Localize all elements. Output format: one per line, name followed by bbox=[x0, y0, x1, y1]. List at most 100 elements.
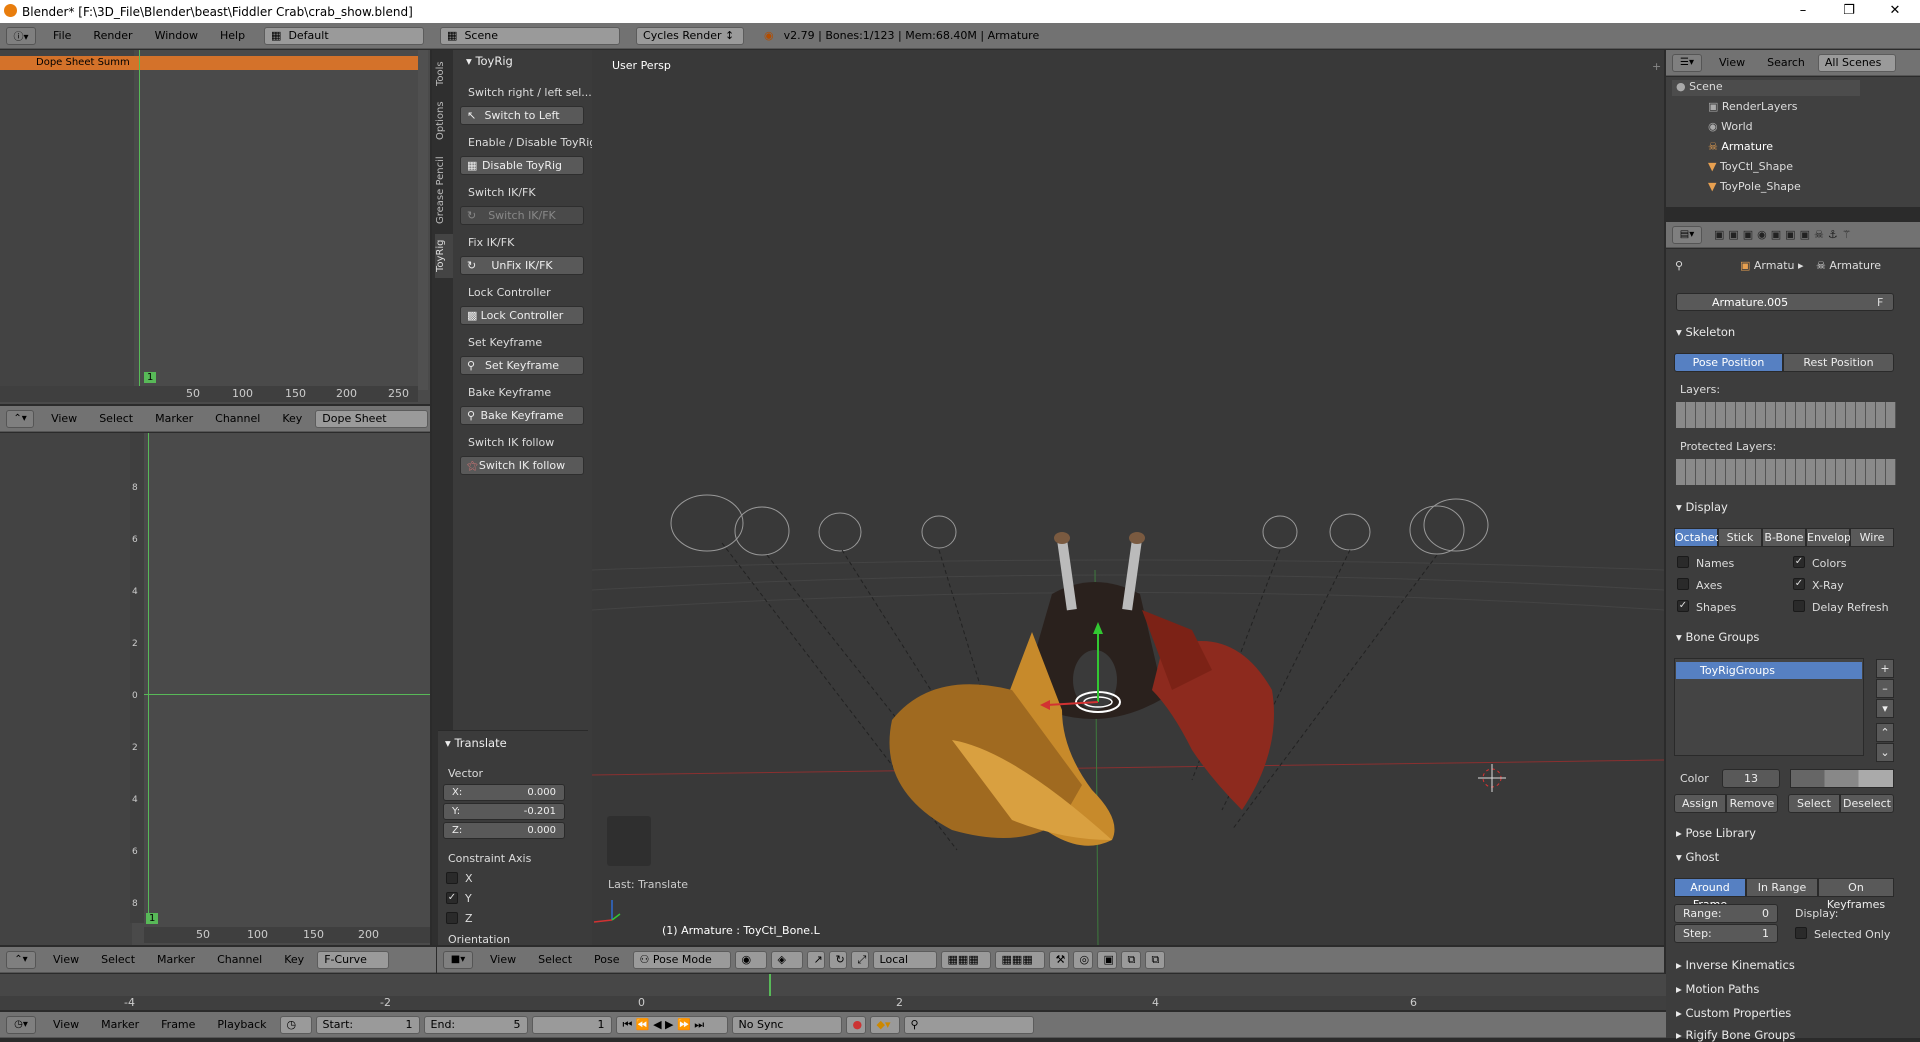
layout-selector[interactable]: ▦ Default bbox=[264, 26, 425, 45]
menu-marker[interactable]: Marker bbox=[90, 1018, 150, 1031]
layers-grid-2[interactable]: ▦▦▦ bbox=[994, 950, 1045, 969]
display-panel-header[interactable]: ▾ Display bbox=[1676, 500, 1728, 514]
viewport-corner-add-icon[interactable]: + bbox=[1652, 60, 1661, 73]
ghost-in-range[interactable]: In Range bbox=[1746, 878, 1818, 897]
menu-frame[interactable]: Frame bbox=[150, 1018, 206, 1031]
playback-controls[interactable]: ⏮ ⏪ ◀ ▶ ⏩ ⏭ bbox=[615, 1015, 728, 1034]
switch-ikfk-button[interactable]: ↻ Switch IK/FK bbox=[460, 206, 584, 225]
properties-tab-icons[interactable]: ▣▣▣◉▣▣▣☠⚓⚚ bbox=[1714, 228, 1856, 241]
shapes-checkbox[interactable]: ✓ bbox=[1677, 600, 1689, 612]
names-checkbox[interactable] bbox=[1677, 556, 1689, 568]
menu-channel[interactable]: Channel bbox=[206, 953, 273, 966]
unfix-ikfk-button[interactable]: ↻ UnFix IK/FK bbox=[460, 256, 584, 275]
color-set-field[interactable]: 13 bbox=[1722, 769, 1780, 788]
menu-view[interactable]: View bbox=[42, 953, 90, 966]
snap-button[interactable]: ⚒ bbox=[1048, 950, 1069, 969]
switch-ik-follow-button[interactable]: ⚝ Switch IK follow bbox=[460, 456, 584, 475]
menu-pose[interactable]: Pose bbox=[583, 953, 630, 966]
mode-selector[interactable]: ⚇ Pose Mode bbox=[632, 950, 731, 969]
menu-select[interactable]: Select bbox=[88, 412, 144, 425]
dopesheet-area[interactable]: Dope Sheet Summ 1 50 100 150 200 250 bbox=[0, 50, 430, 404]
motion-paths-panel-header[interactable]: ▸ Motion Paths bbox=[1676, 982, 1759, 996]
menu-window[interactable]: Window bbox=[144, 29, 209, 42]
bake-keyframe-button[interactable]: ⚲ Bake Keyframe bbox=[460, 406, 584, 425]
menu-marker[interactable]: Marker bbox=[146, 953, 206, 966]
timeline-area[interactable]: -4 -2 0 2 4 6 bbox=[0, 974, 1666, 1010]
menu-select[interactable]: Select bbox=[527, 953, 583, 966]
selected-only-checkbox[interactable] bbox=[1795, 927, 1807, 939]
menu-view[interactable]: View bbox=[479, 953, 527, 966]
proportional-edit[interactable]: ◎ bbox=[1072, 950, 1093, 969]
menu-key[interactable]: Key bbox=[273, 953, 315, 966]
minimize-button[interactable]: – bbox=[1780, 0, 1826, 23]
tab-grease-pencil[interactable]: Grease Pencil bbox=[435, 152, 453, 228]
add-bone-group-button[interactable]: + bbox=[1876, 659, 1894, 678]
ghost-range-field[interactable]: Range: 0 bbox=[1674, 904, 1778, 923]
outliner-row-renderlayers[interactable]: ▣ RenderLayers bbox=[1708, 100, 1797, 113]
menu-help[interactable]: Help bbox=[209, 29, 256, 42]
menu-view[interactable]: View bbox=[40, 412, 88, 425]
set-keyframe-button[interactable]: ⚲ Set Keyframe bbox=[460, 356, 584, 375]
close-button[interactable]: ✕ bbox=[1872, 0, 1918, 23]
viewport-3d[interactable]: User Persp Last: Translate (1) Armature … bbox=[592, 50, 1664, 945]
orientation-selector[interactable]: Local bbox=[872, 950, 937, 969]
menu-view[interactable]: View bbox=[42, 1018, 90, 1031]
rigify-panel-header[interactable]: ▸ Rigify Bone Groups bbox=[1676, 1028, 1795, 1042]
deselect-button[interactable]: Deselect bbox=[1840, 794, 1894, 813]
custom-properties-panel-header[interactable]: ▸ Custom Properties bbox=[1676, 1006, 1791, 1020]
protected-layers-grid[interactable] bbox=[1676, 459, 1896, 485]
menu-playback[interactable]: Playback bbox=[206, 1018, 277, 1031]
pivot-selector[interactable]: ◈ bbox=[770, 950, 803, 969]
keying-set-field[interactable]: ⚲ bbox=[903, 1015, 1034, 1034]
display-wire[interactable]: Wire bbox=[1850, 528, 1894, 547]
maximize-button[interactable]: ❐ bbox=[1826, 0, 1872, 23]
constraint-y-checkbox[interactable]: ✓ bbox=[446, 892, 458, 904]
lock-controller-button[interactable]: ▩ Lock Controller bbox=[460, 306, 584, 325]
manipulator-translate[interactable]: ↗ bbox=[806, 950, 825, 969]
disable-toyrig-button[interactable]: ▦ Disable ToyRig bbox=[460, 156, 584, 175]
end-frame-field[interactable]: End: 5 bbox=[423, 1015, 528, 1034]
menu-key[interactable]: Key bbox=[271, 412, 313, 425]
display-stick[interactable]: Stick bbox=[1718, 528, 1762, 547]
bone-groups-panel-header[interactable]: ▾ Bone Groups bbox=[1676, 630, 1759, 644]
switch-to-left-button[interactable]: ↖ Switch to Left bbox=[460, 106, 584, 125]
layers-grid[interactable]: ▦▦▦ bbox=[940, 950, 991, 969]
outliner-row-toypole-shape[interactable]: ▼ ToyPole_Shape bbox=[1708, 180, 1801, 193]
remove-button[interactable]: Remove bbox=[1726, 794, 1778, 813]
menu-render[interactable]: Render bbox=[82, 29, 143, 42]
sync-selector[interactable]: No Sync bbox=[731, 1015, 842, 1034]
tab-tools[interactable]: Tools bbox=[435, 58, 453, 90]
menu-view[interactable]: View bbox=[1708, 56, 1756, 69]
manipulator-rotate[interactable]: ↻ bbox=[828, 950, 847, 969]
editor-type-timeline-button[interactable]: ◷▾ bbox=[6, 1015, 36, 1034]
layers-grid[interactable] bbox=[1676, 402, 1896, 428]
skeleton-panel-header[interactable]: ▾ Skeleton bbox=[1676, 325, 1735, 339]
editor-type-graph-button[interactable]: ⌃▾ bbox=[6, 950, 36, 969]
outliner-row-toyctl-shape[interactable]: ▼ ToyCtl_Shape bbox=[1708, 160, 1793, 173]
toyrig-panel-title[interactable]: ▾ ToyRig bbox=[466, 54, 513, 68]
keying-set-button[interactable]: ◆▾ bbox=[869, 1015, 900, 1034]
outliner-row-scene[interactable]: ● Scene bbox=[1676, 80, 1723, 93]
display-bbone[interactable]: B-Bone bbox=[1762, 528, 1806, 547]
paste-pose-button[interactable]: ⧉ bbox=[1144, 950, 1165, 969]
move-up-button[interactable]: ⌃ bbox=[1876, 723, 1894, 742]
menu-select[interactable]: Select bbox=[90, 953, 146, 966]
select-button[interactable]: Select bbox=[1788, 794, 1840, 813]
ik-panel-header[interactable]: ▸ Inverse Kinematics bbox=[1676, 958, 1795, 972]
constraint-z-checkbox[interactable] bbox=[446, 912, 458, 924]
bone-group-specials-button[interactable]: ▾ bbox=[1876, 699, 1894, 718]
assign-button[interactable]: Assign bbox=[1674, 794, 1726, 813]
ghost-panel-header[interactable]: ▾ Ghost bbox=[1676, 850, 1719, 864]
delay-refresh-checkbox[interactable] bbox=[1793, 600, 1805, 612]
display-envelope[interactable]: Envelop bbox=[1806, 528, 1851, 547]
pose-position-button[interactable]: Pose Position bbox=[1674, 353, 1783, 372]
pose-library-panel-header[interactable]: ▸ Pose Library bbox=[1676, 826, 1756, 840]
start-frame-field[interactable]: Start: 1 bbox=[315, 1015, 420, 1034]
editor-type-outliner-button[interactable]: ☰▾ bbox=[1672, 53, 1702, 72]
constraint-x-checkbox[interactable] bbox=[446, 872, 458, 884]
dopesheet-mode-selector[interactable]: Dope Sheet bbox=[315, 409, 428, 428]
menu-search[interactable]: Search bbox=[1756, 56, 1816, 69]
move-down-button[interactable]: ⌄ bbox=[1876, 743, 1894, 762]
render-engine-selector[interactable]: Cycles Render ↕ bbox=[636, 26, 745, 45]
copy-pose-button[interactable]: ⧉ bbox=[1120, 950, 1141, 969]
